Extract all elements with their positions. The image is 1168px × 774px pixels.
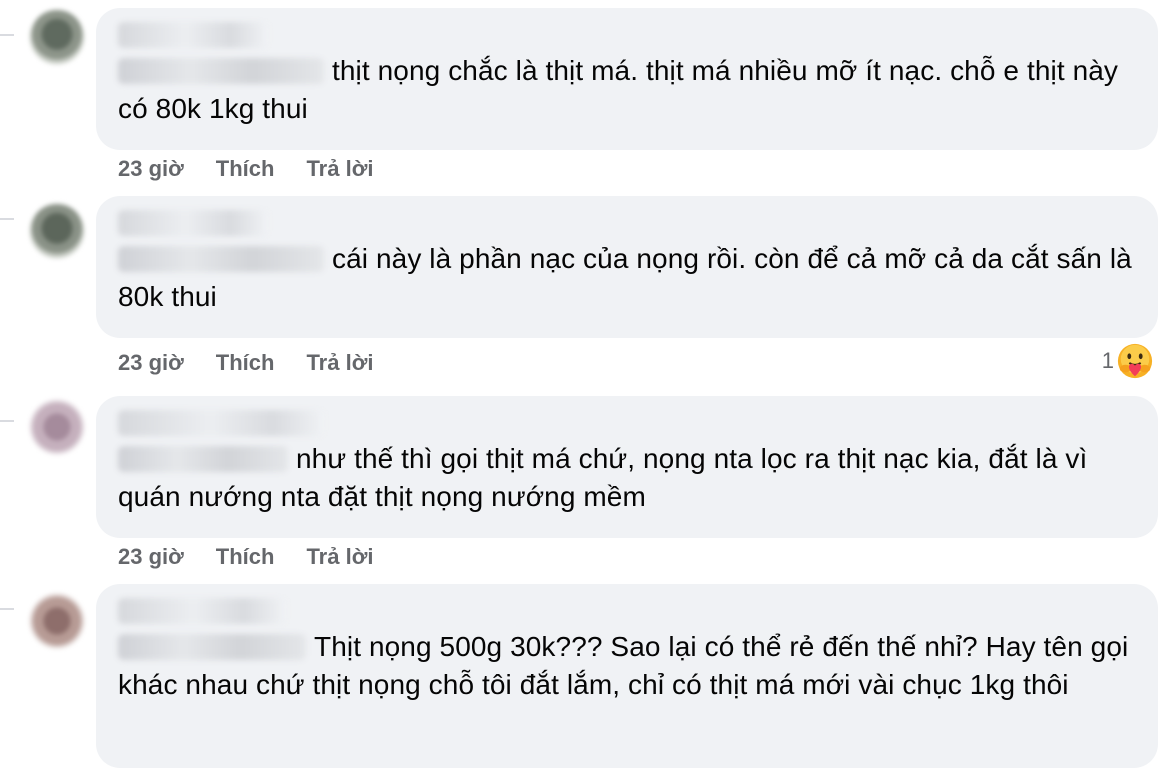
comment-actions: 23 giờ Thích Trả lời: [118, 156, 373, 182]
blurred-mention[interactable]: [118, 445, 288, 472]
like-button[interactable]: Thích: [216, 156, 275, 182]
avatar[interactable]: [30, 10, 84, 64]
thread-connector: [0, 34, 14, 36]
care-reaction-icon: [1117, 343, 1153, 379]
comment-timestamp[interactable]: 23 giờ: [118, 350, 184, 376]
blurred-author-name[interactable]: [118, 598, 286, 624]
blurred-author-name[interactable]: [118, 22, 268, 48]
blurred-mention[interactable]: [118, 633, 306, 660]
comment-text: như thế thì gọi thịt má chứ, nọng nta lọ…: [118, 443, 1088, 512]
reply-button[interactable]: Trả lời: [306, 544, 373, 570]
thread-connector: [0, 420, 14, 422]
comment-bubble: thịt nọng chắc là thịt má. thịt má nhiều…: [96, 8, 1158, 150]
like-button[interactable]: Thích: [216, 350, 275, 376]
comment-thread: thịt nọng chắc là thịt má. thịt má nhiều…: [0, 0, 1168, 774]
blurred-author-name[interactable]: [118, 410, 324, 436]
avatar[interactable]: [30, 594, 84, 648]
comment-actions: 23 giờ Thích Trả lời: [118, 544, 373, 570]
comment-text: thịt nọng chắc là thịt má. thịt má nhiều…: [118, 55, 1119, 124]
reply-button[interactable]: Trả lời: [306, 156, 373, 182]
reply-button[interactable]: Trả lời: [306, 350, 373, 376]
reaction-count: 1: [1101, 348, 1114, 373]
comment-bubble: như thế thì gọi thịt má chứ, nọng nta lọ…: [96, 396, 1158, 538]
reaction-summary[interactable]: 1: [1102, 342, 1154, 380]
comment-timestamp[interactable]: 23 giờ: [118, 544, 184, 570]
thread-connector: [0, 218, 14, 220]
comment-bubble: cái này là phần nạc của nọng rồi. còn để…: [96, 196, 1158, 338]
comment-text: Thịt nọng 500g 30k??? Sao lại có thể rẻ …: [118, 631, 1129, 700]
thread-connector: [0, 608, 14, 610]
blurred-author-name[interactable]: [118, 210, 268, 236]
comment-bubble: Thịt nọng 500g 30k??? Sao lại có thể rẻ …: [96, 584, 1158, 768]
comment-timestamp[interactable]: 23 giờ: [118, 156, 184, 182]
comment-actions: 23 giờ Thích Trả lời: [118, 350, 373, 376]
blurred-mention[interactable]: [118, 57, 324, 84]
avatar[interactable]: [30, 204, 84, 258]
comment-text: cái này là phần nạc của nọng rồi. còn để…: [118, 243, 1132, 312]
blurred-mention[interactable]: [118, 245, 324, 272]
avatar[interactable]: [30, 400, 84, 454]
like-button[interactable]: Thích: [216, 544, 275, 570]
